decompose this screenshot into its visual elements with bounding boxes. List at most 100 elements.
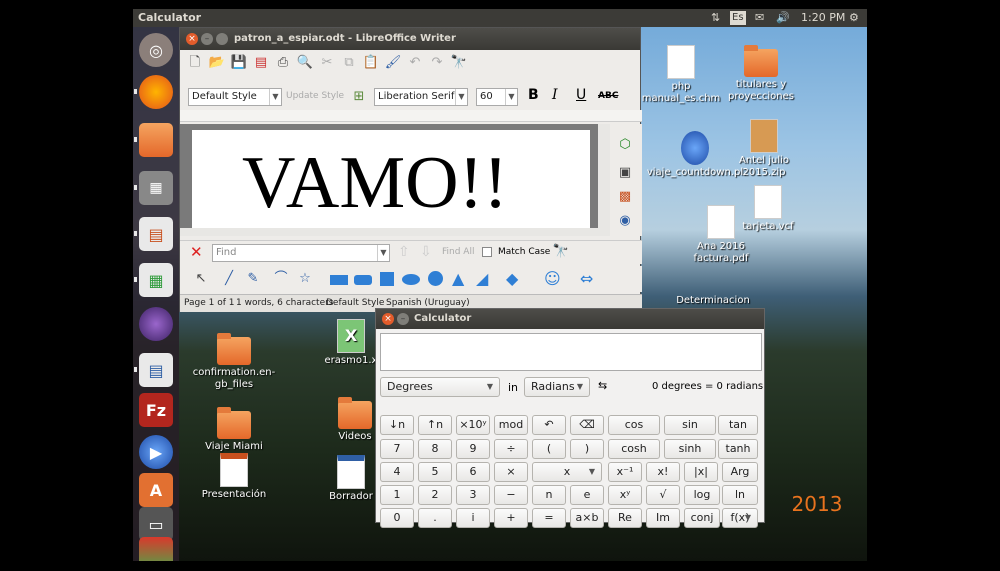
calc-key[interactable]: × <box>494 462 528 482</box>
volume-icon[interactable]: 🔊 <box>776 10 790 26</box>
keyboard-layout-indicator[interactable]: Es <box>730 11 746 25</box>
calc-key[interactable]: conj <box>684 508 720 528</box>
desktop-icon-document[interactable]: Borrador <box>321 455 381 503</box>
freeform-line-icon[interactable]: ✎ <box>244 270 262 288</box>
calc-key[interactable]: n <box>532 485 566 505</box>
calc-key[interactable]: x! <box>646 462 680 482</box>
polygon-icon[interactable]: ☆ <box>296 270 314 288</box>
minimize-icon[interactable]: – <box>397 313 409 325</box>
calc-key[interactable]: a×b <box>570 508 604 528</box>
calc-key[interactable]: tanh <box>718 439 758 459</box>
calc-key[interactable]: = <box>532 508 566 528</box>
calc-key[interactable]: ln <box>722 485 758 505</box>
from-unit-select[interactable]: Degrees ▼ <box>380 377 500 397</box>
right-triangle-icon[interactable]: ◢ <box>476 269 488 288</box>
calc-key[interactable]: e <box>570 485 604 505</box>
calc-key[interactable]: ↓n <box>380 415 414 435</box>
desktop-icon-folder[interactable]: titulares y proyecciones <box>721 45 801 103</box>
calc-key[interactable]: − <box>494 485 528 505</box>
navigator-icon[interactable]: ◉ <box>616 212 634 230</box>
network-icon[interactable]: ⇅ <box>711 10 720 26</box>
curve-icon[interactable]: ⌒ <box>272 270 290 288</box>
bold-button[interactable]: B <box>528 87 539 103</box>
writer-icon[interactable]: ▤ <box>139 353 173 387</box>
desktop-icon-document[interactable]: Presentación <box>191 453 277 501</box>
italic-button[interactable]: I <box>552 87 558 103</box>
filezilla-icon[interactable]: Fz <box>139 393 173 427</box>
mail-icon[interactable]: ✉ <box>755 10 764 26</box>
strikethrough-button[interactable]: ABC <box>598 91 618 101</box>
calculator-titlebar[interactable]: × – Calculator <box>376 309 764 329</box>
calc-key[interactable]: 9 <box>456 439 490 459</box>
find-replace-icon[interactable]: 🔭 <box>552 243 570 261</box>
calc-key[interactable]: f(x) ▼ <box>722 508 758 528</box>
square-icon[interactable] <box>380 272 394 286</box>
calc-key[interactable]: ) <box>570 439 604 459</box>
smiley-icon[interactable]: ☺ <box>544 269 561 288</box>
calc-key[interactable]: x ▼ <box>532 462 602 482</box>
new-document-icon[interactable]: 🗋 <box>186 54 204 72</box>
calc-key[interactable]: cos <box>608 415 660 435</box>
calc-key[interactable]: 8 <box>418 439 452 459</box>
impress-icon[interactable]: ▤ <box>139 217 173 251</box>
print-icon[interactable]: ⎙ <box>274 54 292 72</box>
calc-key[interactable]: ↶ <box>532 415 566 435</box>
calc-key[interactable]: mod <box>494 415 528 435</box>
calc-key[interactable]: 5 <box>418 462 452 482</box>
match-case-checkbox[interactable] <box>482 247 492 257</box>
close-icon[interactable]: × <box>382 313 394 325</box>
find-input[interactable]: Find ▼ <box>212 244 390 262</box>
page-count[interactable]: Page 1 of 1 <box>184 298 235 308</box>
redo-icon[interactable]: ↷ <box>428 54 446 72</box>
update-style-button[interactable]: Update Style <box>286 91 344 101</box>
export-pdf-icon[interactable]: ▤ <box>252 54 270 72</box>
calc-key[interactable]: Arg <box>722 462 758 482</box>
find-previous-icon[interactable]: ⇧ <box>398 244 410 260</box>
vertical-scrollbar[interactable] <box>598 124 610 236</box>
paragraph-style-select[interactable]: Default Style ▼ <box>188 88 282 106</box>
styles-icon[interactable]: ▣ <box>616 164 634 182</box>
calc-key[interactable]: |x| <box>684 462 718 482</box>
word-count[interactable]: 1 words, 6 characters <box>236 298 334 308</box>
calc-key[interactable]: ⌫ <box>570 415 604 435</box>
calc-key[interactable]: sinh <box>664 439 716 459</box>
calc-key[interactable]: xʸ <box>608 485 642 505</box>
calc-key[interactable]: 0 <box>380 508 414 528</box>
maximize-icon[interactable] <box>216 33 228 45</box>
media-player-icon[interactable]: ▶ <box>139 435 173 469</box>
print-preview-icon[interactable]: 🔍 <box>296 54 314 72</box>
rounded-rectangle-icon[interactable] <box>354 275 372 285</box>
save-icon[interactable]: 💾 <box>230 54 248 72</box>
calculator-icon[interactable]: ▦ <box>139 171 173 205</box>
new-style-icon[interactable]: ⊞ <box>350 88 368 106</box>
spreadsheet-icon[interactable]: ▦ <box>139 263 173 297</box>
calc-key[interactable]: 3 <box>456 485 490 505</box>
eclipse-icon[interactable] <box>139 307 173 341</box>
firefox-icon[interactable] <box>139 75 173 109</box>
desktop-icon-folder[interactable]: confirmation.en-gb_files <box>191 333 277 391</box>
line-icon[interactable]: ╱ <box>220 270 238 288</box>
calc-key[interactable]: Re <box>608 508 642 528</box>
gallery-icon[interactable]: ▩ <box>616 188 634 206</box>
calc-key[interactable]: 4 <box>380 462 414 482</box>
calc-key[interactable]: ×10ʸ <box>456 415 490 435</box>
triangle-icon[interactable]: ▲ <box>452 269 464 288</box>
horizontal-scrollbar[interactable] <box>180 228 598 236</box>
files-icon[interactable] <box>139 123 173 157</box>
close-icon[interactable]: × <box>186 33 198 45</box>
document-text[interactable]: VAMO!! <box>242 138 508 228</box>
calc-key[interactable]: ↑n <box>418 415 452 435</box>
calc-key[interactable]: . <box>418 508 452 528</box>
calc-key[interactable]: tan <box>718 415 758 435</box>
block-arrow-icon[interactable]: ⇔ <box>580 269 593 288</box>
select-pointer-icon[interactable]: ↖ <box>192 270 210 288</box>
calc-key[interactable]: Im <box>646 508 680 528</box>
to-unit-select[interactable]: Radians ▼ <box>524 377 590 397</box>
open-folder-icon[interactable]: 📂 <box>208 54 226 72</box>
font-name-select[interactable]: Liberation Serif ▼ <box>374 88 468 106</box>
cut-icon[interactable]: ✂ <box>318 54 336 72</box>
desktop-icon-spreadsheet[interactable]: X erasmo1.x <box>321 319 381 367</box>
find-all-button[interactable]: Find All <box>442 247 474 257</box>
gear-icon[interactable]: ⚙ <box>849 10 859 26</box>
writer-titlebar[interactable]: × – patron_a_espiar.odt - LibreOffice Wr… <box>180 28 640 50</box>
